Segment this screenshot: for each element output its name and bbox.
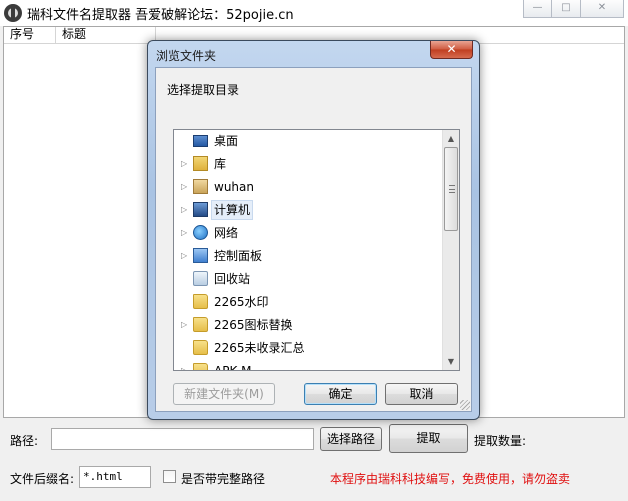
tree-item-library[interactable]: ▷ 库 — [174, 153, 442, 175]
extract-button[interactable]: 提取 — [389, 424, 468, 453]
scroll-thumb[interactable] — [444, 147, 458, 231]
title-bar: 瑞科文件名提取器 吾爱破解论坛：52pojie.cn — □ ✕ — [0, 0, 628, 26]
tree-item-wuhan[interactable]: ▷ wuhan — [174, 176, 442, 198]
window-title: 瑞科文件名提取器 吾爱破解论坛：52pojie.cn — [27, 8, 294, 23]
cancel-button[interactable]: 取消 — [385, 383, 458, 405]
notice-text: 本程序由瑞科科技编写，免费使用，请勿盗卖 — [330, 472, 571, 486]
expand-arrow-icon[interactable]: ▷ — [181, 176, 187, 198]
new-folder-button[interactable]: 新建文件夹(M) — [173, 383, 275, 405]
scroll-up-icon[interactable]: ▲ — [443, 130, 459, 147]
expand-arrow-icon[interactable]: ▷ — [181, 222, 187, 244]
expand-arrow-icon[interactable]: ▷ — [181, 314, 187, 336]
expand-arrow-icon[interactable]: ▷ — [181, 245, 187, 267]
full-path-label[interactable]: 是否带完整路径 — [181, 470, 265, 487]
resize-grip-icon[interactable] — [460, 400, 470, 410]
tree-item-label: 库 — [214, 157, 227, 171]
tree-item-folder[interactable]: 2265水印 — [174, 291, 442, 313]
tree-item-label: 回收站 — [214, 272, 251, 286]
dialog-title: 浏览文件夹 — [156, 49, 217, 63]
grip-icon — [449, 185, 455, 193]
window-controls: — □ ✕ — [523, 0, 624, 18]
minimize-button[interactable]: — — [523, 0, 552, 18]
ext-label: 文件后缀名: — [10, 472, 75, 486]
dialog-prompt: 选择提取目录 — [167, 83, 240, 97]
app-icon — [4, 4, 22, 22]
tree-scrollbar[interactable]: ▲ ▼ — [442, 130, 459, 370]
path-label: 路径: — [10, 434, 39, 448]
tree-item-label: 2265图标替换 — [214, 318, 293, 332]
folder-tree[interactable]: 桌面 ▷ 库 ▷ wuhan ▷ 计算机 ▷ 网络 ▷ 控制面板 回收站 226… — [173, 129, 460, 371]
tree-item-control-panel[interactable]: ▷ 控制面板 — [174, 245, 442, 267]
close-button[interactable]: ✕ — [581, 0, 624, 18]
folder-icon — [193, 363, 208, 370]
dialog-body: 选择提取目录 桌面 ▷ 库 ▷ wuhan ▷ 计算机 ▷ 网络 ▷ 控制面板 … — [155, 67, 472, 412]
folder-icon — [193, 340, 208, 355]
network-icon — [193, 225, 208, 240]
tree-item-label: wuhan — [214, 180, 254, 194]
tree-item-label: 桌面 — [214, 134, 239, 148]
recycle-bin-icon — [193, 271, 208, 286]
column-header-index[interactable]: 序号 — [4, 27, 56, 43]
tree-item-folder[interactable]: ▷ APK M... — [174, 360, 442, 371]
desktop-icon — [193, 135, 208, 147]
expand-arrow-icon[interactable]: ▷ — [181, 360, 187, 370]
tree-item-label: 2265水印 — [214, 295, 269, 309]
bottom-panel: 路径: 选择路径 提取 提取数量: 文件后缀名: *.html 是否带完整路径 … — [0, 418, 628, 501]
computer-icon — [193, 202, 208, 217]
tree-item-label: 网络 — [214, 226, 239, 240]
tree-item-label: 计算机 — [211, 200, 254, 220]
user-folder-icon — [193, 179, 208, 194]
tree-item-folder[interactable]: 2265未收录汇总 — [174, 337, 442, 359]
tree-item-label: APK M... — [214, 364, 263, 371]
tree-item-recycle-bin[interactable]: 回收站 — [174, 268, 442, 290]
tree-item-folder[interactable]: ▷ 2265图标替换 — [174, 314, 442, 336]
expand-arrow-icon[interactable]: ▷ — [181, 153, 187, 175]
column-header-title[interactable]: 标题 — [56, 27, 156, 43]
dialog-close-button[interactable]: ✕ — [430, 41, 473, 59]
tree-item-network[interactable]: ▷ 网络 — [174, 222, 442, 244]
folder-icon — [193, 317, 208, 332]
browse-folder-dialog: 浏览文件夹 ✕ 选择提取目录 桌面 ▷ 库 ▷ wuhan ▷ 计算机 ▷ 网络… — [147, 40, 480, 420]
extract-count-label: 提取数量: — [474, 434, 527, 448]
expand-arrow-icon[interactable]: ▷ — [181, 199, 187, 221]
maximize-button[interactable]: □ — [552, 0, 581, 18]
full-path-checkbox[interactable] — [163, 470, 176, 483]
ok-button[interactable]: 确定 — [304, 383, 377, 405]
tree-item-computer[interactable]: ▷ 计算机 — [174, 199, 442, 221]
control-panel-icon — [193, 248, 208, 263]
tree-item-desktop[interactable]: 桌面 — [174, 130, 442, 152]
library-icon — [193, 156, 208, 171]
select-path-button[interactable]: 选择路径 — [320, 427, 382, 451]
path-input[interactable] — [51, 428, 314, 450]
folder-icon — [193, 294, 208, 309]
scroll-down-icon[interactable]: ▼ — [443, 353, 459, 370]
tree-item-label: 2265未收录汇总 — [214, 341, 305, 355]
tree-item-label: 控制面板 — [214, 249, 263, 263]
ext-input[interactable]: *.html — [79, 466, 151, 488]
